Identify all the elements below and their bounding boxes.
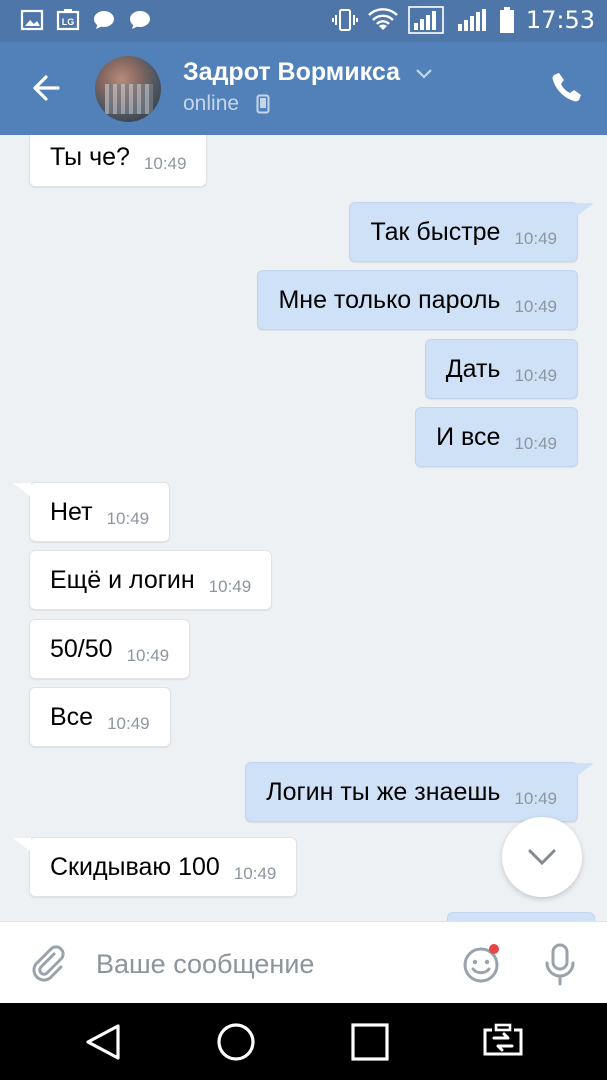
outgoing-message[interactable]: Мне только пароль 10:49 [257, 270, 578, 330]
recents-square-icon[interactable] [349, 1021, 391, 1063]
dual-window-icon[interactable] [482, 1021, 524, 1063]
incoming-message[interactable]: Скидываю 100 10:49 [29, 837, 298, 897]
message-time: 10:49 [514, 366, 557, 385]
outgoing-message-partial[interactable] [447, 912, 595, 921]
chat-title[interactable]: Задрот Вормикса [183, 58, 400, 87]
incoming-message[interactable]: Все 10:49 [29, 687, 171, 747]
message-time: 10:49 [233, 864, 277, 883]
message-text: Мне только пароль [278, 285, 501, 314]
chat-bubble-icon [94, 11, 114, 29]
signal-icon [457, 9, 486, 31]
message-text: 50/50 [50, 634, 113, 663]
message-text: Все [50, 702, 94, 731]
mobile-icon [256, 94, 270, 114]
message-time: 10:49 [106, 509, 150, 528]
message-time: 10:49 [514, 789, 557, 808]
outgoing-message[interactable]: Логин ты же знаешь 10:49 [245, 762, 578, 822]
chat-header: Задрот Вормикса online [0, 42, 607, 135]
bubble-tail [13, 483, 31, 497]
message-time: 10:49 [514, 297, 557, 316]
message-time: 10:49 [514, 434, 557, 453]
message-input[interactable] [96, 944, 436, 984]
battery-icon [499, 7, 514, 33]
message-time: 10:49 [514, 229, 557, 248]
incoming-message[interactable]: Ты че? 10:49 [29, 135, 208, 187]
phone-icon[interactable] [550, 70, 584, 104]
wifi-icon [367, 8, 398, 30]
composer [0, 921, 607, 1003]
message-text: Ещё и логин [50, 565, 195, 594]
outgoing-message[interactable]: И все 10:49 [415, 407, 578, 467]
back-arrow-icon[interactable] [28, 70, 64, 106]
system-icons: 17:53 [331, 6, 595, 34]
message-text: Нет [50, 497, 93, 526]
vibrate-icon [331, 9, 358, 31]
svg-text:LG: LG [62, 17, 75, 27]
scroll-down-button[interactable] [502, 817, 582, 897]
status-bar: LG 17:53 [0, 0, 607, 42]
system-navigation-bar [0, 1003, 607, 1080]
microphone-icon[interactable] [540, 942, 580, 986]
chevron-down-icon [528, 849, 556, 866]
bubble-tail [13, 838, 31, 852]
message-time: 10:49 [208, 577, 252, 596]
bubble-tail [576, 203, 594, 217]
message-text: И все [436, 422, 501, 451]
chevron-down-icon[interactable] [415, 67, 433, 81]
avatar[interactable] [95, 56, 161, 122]
paperclip-icon[interactable] [30, 944, 66, 984]
outgoing-message[interactable]: Так быстре 10:49 [349, 202, 578, 262]
clock: 17:53 [525, 6, 595, 34]
bubble-tail [576, 763, 594, 777]
message-time: 10:49 [143, 154, 187, 173]
incoming-message[interactable]: 50/50 10:49 [29, 619, 191, 679]
message-time: 10:49 [107, 714, 150, 733]
signal-icon [408, 6, 444, 34]
outgoing-message[interactable]: Дать 10:49 [424, 339, 578, 399]
incoming-message[interactable]: Ещё и логин 10:49 [29, 550, 273, 610]
message-list[interactable]: Ты че? 10:49 Так быстре 10:49 Мне только пар… [0, 135, 607, 921]
emoji-icon[interactable] [462, 944, 502, 984]
notification-icons: LG [20, 8, 152, 32]
message-text: Так быстре [370, 217, 501, 246]
message-time: 10:49 [126, 646, 170, 665]
chat-bubble-icon [130, 11, 150, 29]
gallery-icon [20, 9, 44, 31]
message-text: Ты че? [50, 142, 130, 171]
lg-icon: LG [56, 9, 80, 31]
message-text: Дать [445, 354, 501, 383]
message-text: Логин ты же знаешь [266, 777, 501, 806]
back-triangle-icon[interactable] [82, 1021, 124, 1063]
incoming-message[interactable]: Нет 10:49 [29, 482, 171, 542]
home-circle-icon[interactable] [215, 1021, 257, 1063]
online-status: online [183, 92, 240, 115]
message-text: Скидываю 100 [50, 852, 220, 881]
